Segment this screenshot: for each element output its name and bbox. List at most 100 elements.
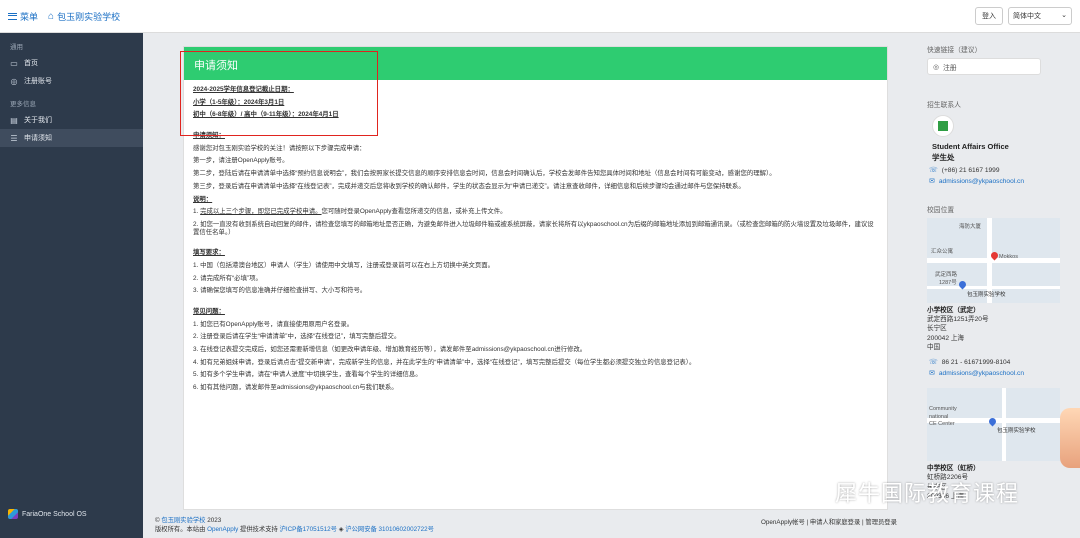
contact-phone[interactable]: ☏ (+86) 21 6167 1999 [927, 166, 1077, 175]
office-name-cn: 学生处 [932, 152, 955, 162]
quick-links-label: 快速链接（建议） [927, 47, 982, 54]
faq-2: 2. 注册登录后请在学生“申请清单”中，选择“在线登记”，填写完整后提交。 [193, 333, 401, 341]
footer-right-links[interactable]: OpenApply帐号 | 申请人和家庭登录 | 管理员登录 [761, 517, 897, 526]
faq-heading: 常见问题： [193, 308, 225, 315]
envelope-icon: ✉ [929, 370, 935, 378]
location-label: 校园位置 [927, 207, 955, 214]
contact-email[interactable]: ✉ admissions@ykpaoschool.cn [927, 177, 1077, 186]
footer-school-link[interactable]: 包玉刚实验学校 [161, 517, 205, 524]
openapply-link[interactable]: OpenApply [207, 526, 238, 533]
footer-brand: FariaOne School OS [22, 510, 87, 518]
phone-text: (+86) 21 6167 1999 [941, 166, 1000, 174]
watermark-text: 犀牛国际教育课程 [835, 482, 1020, 507]
faq-4: 4. 如有兄弟姐妹申请，登录后请点击“提交新申请”，完成新学生的信息，并在此学生… [193, 358, 696, 366]
map-label: CE Center [929, 421, 955, 428]
faq-6: 6. 如有其他问题，请发邮件至admissions@ykpaoschool.cn… [193, 384, 398, 392]
map-label: national [929, 414, 949, 421]
sidebar-item-label: 首页 [24, 60, 38, 67]
campus-1-addr-line: 中国 [927, 343, 941, 351]
footer-year: 2023 [207, 517, 222, 524]
register-link-label: 注册 [942, 64, 957, 72]
register-quick-link[interactable]: ◎ 注册 [927, 58, 1041, 75]
sidebar-item-label: 关于我们 [24, 117, 52, 124]
home-icon: ▭ [10, 58, 18, 68]
step-2: 第二步，登陆后请在申请清单中选择“预约信息说明会”，我们会按照家长提交信息的顺序… [193, 170, 776, 178]
fariaone-logo-icon [8, 509, 18, 519]
campus-1-addr-line: 长宁区 [927, 325, 947, 333]
school-logo-icon [932, 115, 954, 137]
sidebar-section-more: 更多信息 [10, 101, 36, 108]
school-home-link[interactable]: ⌂ 包玉刚实验学校 [48, 10, 120, 23]
campus-1-address: 小学校区（武定） 武定西路1251弄20号 长宁区 200042 上海 中国 [927, 306, 1077, 352]
school-name: 包玉刚实验学校 [57, 11, 121, 22]
email-text: admissions@ykpaoschool.cn [938, 177, 1025, 185]
sidebar-item-home[interactable]: ▭ 首页 [0, 54, 143, 72]
campus-1-email[interactable]: ✉ admissions@ykpaoschool.cn [927, 369, 1077, 378]
phone-icon: ☏ [929, 167, 938, 174]
campus-map-2[interactable]: Community national CE Center 包玉刚实验学校 [927, 388, 1060, 462]
list-icon: ☰ [10, 133, 18, 143]
campus-1-phone-text: 86 21 - 61671999-8104 [941, 358, 1011, 366]
powered-suffix: 提供技术支持 [240, 526, 278, 534]
campus-1-name: 小学校区（武定） [927, 307, 980, 314]
campus-1-addr-line: 200042 上海 [927, 334, 965, 342]
compass-icon: ◎ [10, 76, 18, 86]
wechat-icon [791, 479, 825, 505]
envelope-icon: ✉ [929, 178, 935, 185]
deadline-highlight-box [180, 51, 378, 136]
campus-1-addr-line: 武定西路1251弄20号 [927, 316, 989, 324]
sidebar-item-about[interactable]: ▤ 关于我们 [0, 111, 143, 129]
home-icon: ⌂ [48, 10, 55, 22]
police-icon: ◈ [338, 526, 344, 534]
faq-3: 3. 在线登记表提交完成后，如您还需要新增信息（如更改申请年级、增加教育经历等）… [193, 346, 587, 354]
map-label: 1287号 [939, 280, 957, 286]
sidebar-section-general: 通用 [10, 44, 23, 51]
sidebar-footer[interactable]: FariaOne School OS [8, 509, 87, 519]
sidebar-item-label: 申请须知 [24, 135, 52, 142]
fill-1: 1. 中国（包括港澳台地区）申请人（学生）请使用中文填写，注册或登录前可以在右上… [193, 261, 495, 269]
icp-link[interactable]: 沪ICP备17051512号 [280, 526, 337, 533]
step-1: 第一步，请注册OpenApply账号。 [193, 157, 289, 165]
map-label: Community [929, 406, 957, 413]
map-label: 海防大厦 [959, 224, 982, 230]
fill-3: 3. 请确保您填写的信息准确并仔细检查拼写、大小写和符号。 [193, 287, 367, 295]
office-name: Student Affairs Office [932, 142, 1009, 151]
map-label: 包玉刚实验学校 [997, 428, 1036, 435]
campus-2-name: 中学校区（虹桥） [927, 465, 980, 473]
map-label: Mokkos [999, 254, 1018, 260]
menu-button[interactable]: 菜单 [8, 10, 38, 23]
login-button[interactable]: 登入 [975, 7, 1003, 25]
police-link[interactable]: 沪公网安备 31010602002722号 [345, 526, 434, 533]
document-icon: ▤ [10, 115, 18, 125]
floating-avatar-bubble[interactable] [1060, 408, 1080, 468]
fill-heading: 填写要求： [193, 249, 225, 257]
copyright-symbol: © [155, 517, 160, 524]
campus-1-email-text: admissions@ykpaoschool.cn [938, 369, 1025, 377]
sidebar-item-label: 注册账号 [24, 78, 52, 85]
top-bar: 菜单 ⌂ 包玉刚实验学校 登入 简体中文 ⌄ [0, 0, 1080, 33]
sidebar-item-application-notice[interactable]: ☰ 申请须知 [0, 129, 143, 147]
campus-1-phone[interactable]: ☏ 86 21 - 61671999-8104 [927, 358, 1077, 367]
language-select[interactable]: 简体中文 ⌄ [1008, 7, 1072, 25]
explain-heading: 说明： [193, 195, 213, 203]
sidebar: 通用 ▭ 首页 ◎ 注册账号 更多信息 ▤ 关于我们 ☰ 申请须知 FariaO… [0, 33, 143, 538]
chevron-down-icon: ⌄ [1061, 12, 1067, 19]
compass-icon: ◎ [933, 63, 939, 71]
faq-5: 5. 如有多个学生申请，请在“申请人进度”中切换学生，查看每个学生的详细信息。 [193, 371, 422, 379]
language-value: 简体中文 [1013, 13, 1041, 20]
intro-text: 感谢您对包玉刚实验学校的关注！请按照以下步骤完成申请： [193, 144, 366, 152]
faq-1: 1. 如您已有OpenApply账号，请直接使用原用户名登录。 [193, 320, 354, 328]
wechat-watermark: 犀牛国际教育课程 [791, 476, 1061, 508]
fill-2: 2. 请完成所有“必填”项。 [193, 274, 262, 282]
campus-map-1[interactable]: 海防大厦 汇众公寓 Mokkos 武定西路 1287号 包玉刚实验学校 [927, 218, 1060, 303]
map-label: 武定西路 [935, 272, 958, 278]
explain-1-underlined: 完成以上三个步骤，即您已完成学校申请。 [200, 208, 322, 216]
sidebar-item-register[interactable]: ◎ 注册账号 [0, 72, 143, 90]
step-3: 第三步，登录后请在申请清单中选择“在线登记表”，完成并递交后您将收到学校的确认邮… [193, 182, 745, 190]
right-column: 快速链接（建议） ◎ 注册 招生联系人 Student Affairs Offi… [927, 44, 1077, 501]
explain-2: 2. 如您一直没有收到系统自动回复的邮件，请检查您填写的邮箱地址是否正确，为避免… [193, 220, 874, 236]
footer: © 包玉刚实验学校 2023 版权所有。本站由 OpenApply 提供技术支持… [155, 516, 434, 535]
menu-label: 菜单 [20, 11, 39, 22]
explain-1-rest: 您可随时登录OpenApply查看您所递交的信息，或补充上传文件。 [321, 208, 507, 216]
map-label: 包玉刚实验学校 [967, 292, 1006, 298]
